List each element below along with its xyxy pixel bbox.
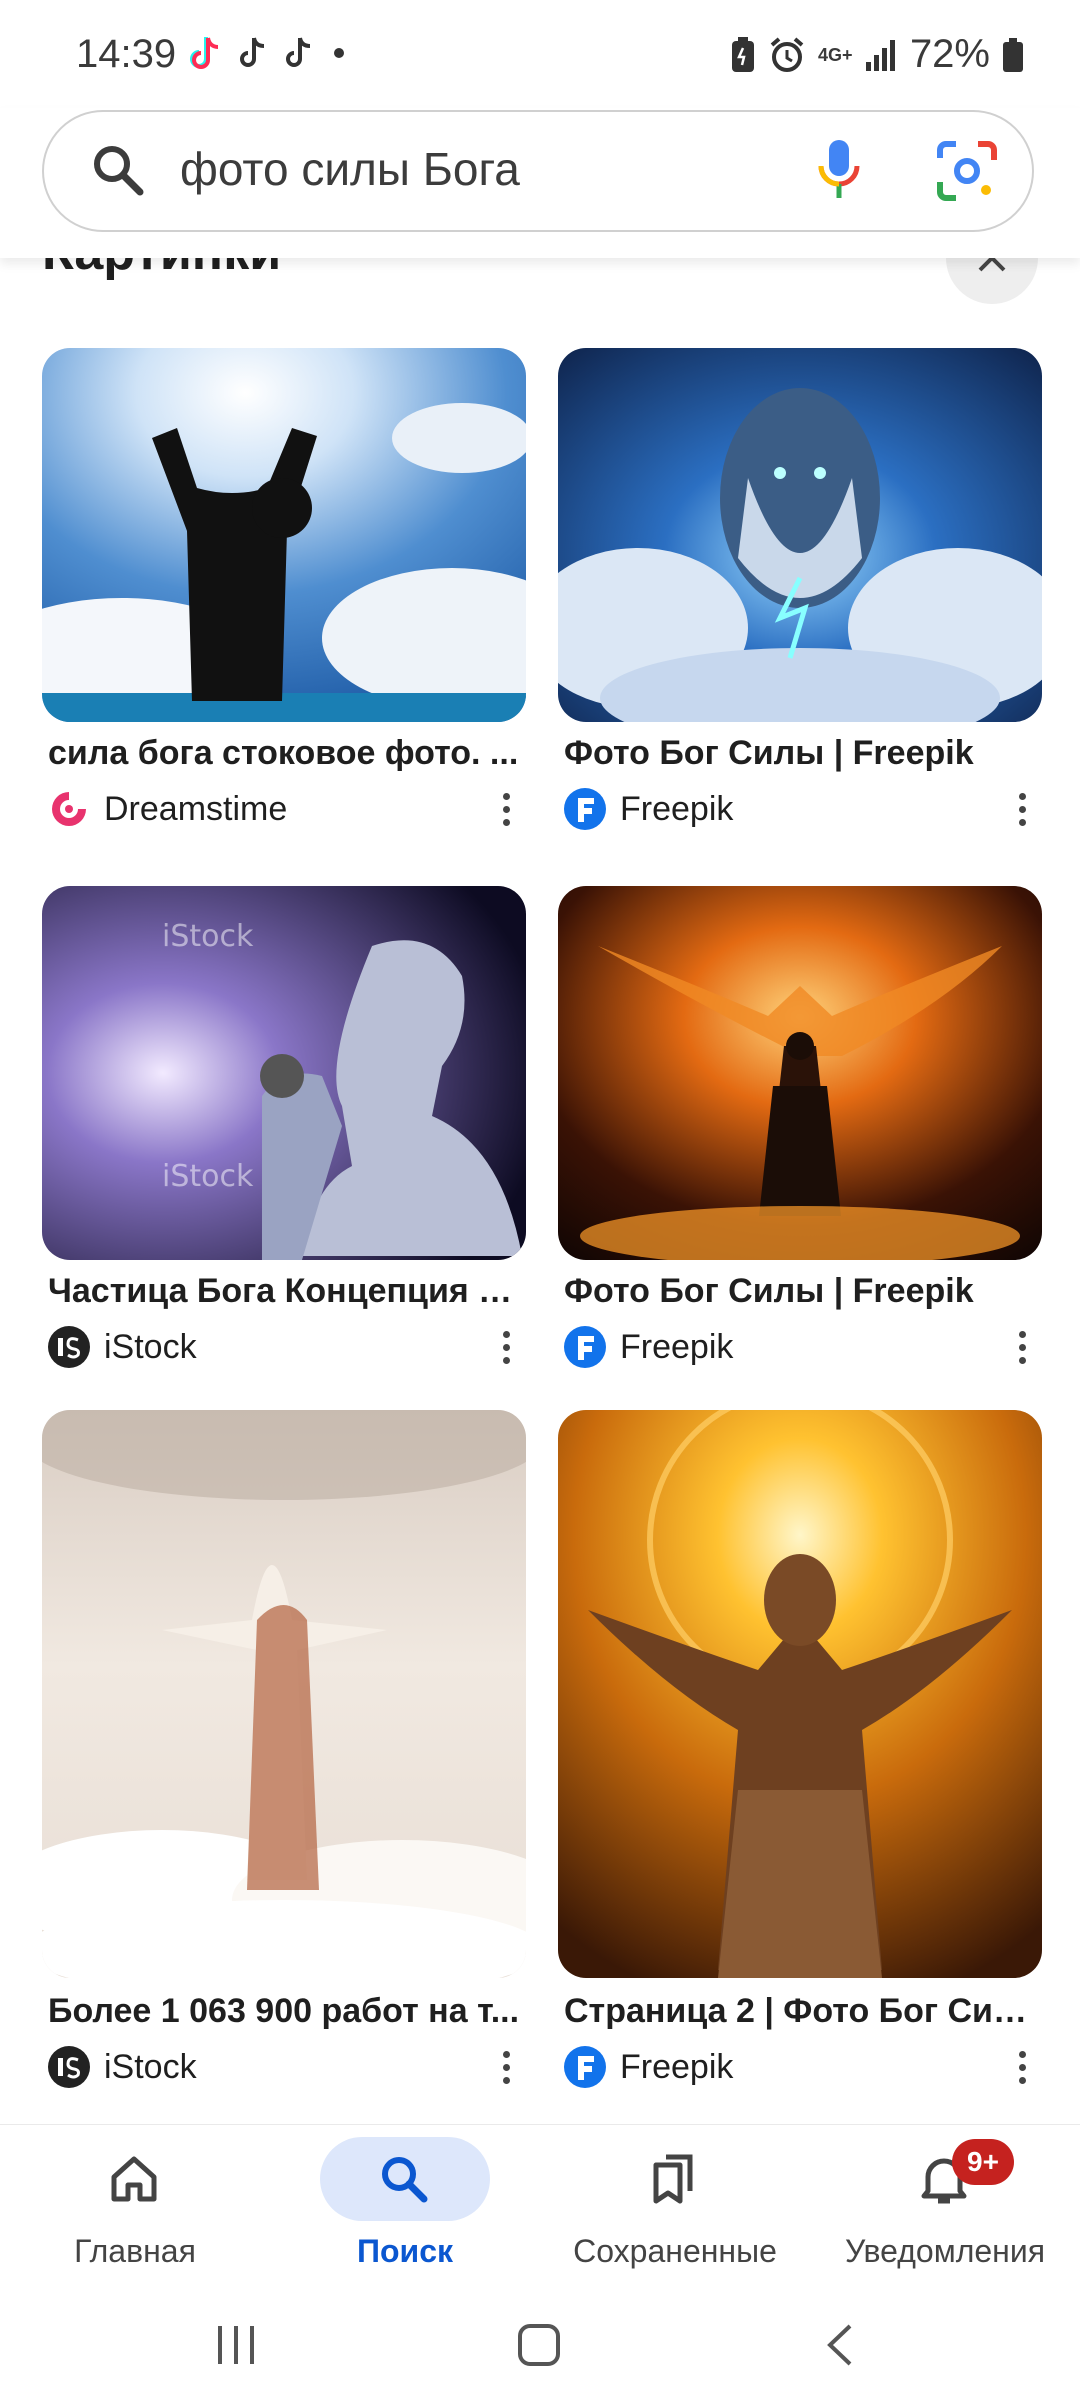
- notifications-badge: 9+: [952, 2139, 1014, 2185]
- more-options-button[interactable]: [486, 1322, 526, 1372]
- more-options-button[interactable]: [486, 784, 526, 834]
- status-bar: 14:39 4G+ 72%: [0, 0, 1080, 110]
- result-thumbnail[interactable]: [558, 886, 1042, 1260]
- nav-label: Главная: [74, 2233, 196, 2269]
- freepik-logo-icon: [564, 1326, 606, 1368]
- svg-text:iStock: iStock: [162, 919, 254, 954]
- search-icon: [382, 2157, 428, 2203]
- result-title[interactable]: Фото Бог Силы | Freepik: [564, 734, 1038, 773]
- nav-label: Уведомления: [844, 2233, 1046, 2269]
- thumbnail-image: [42, 1410, 526, 1978]
- thumbnail-image: [558, 1410, 1042, 1978]
- alarm-icon: [770, 36, 804, 72]
- result-title[interactable]: Фото Бог Силы | Freepik: [564, 1272, 1038, 1311]
- voice-search-icon[interactable]: [814, 136, 864, 206]
- source-name: Freepik: [620, 2047, 734, 2086]
- dreamstime-logo-icon: [48, 788, 90, 830]
- result-title[interactable]: сила бога стоковое фото. ...: [48, 734, 522, 773]
- bottom-navigation: Главная Поиск Сохраненные 9+ Уведомления: [0, 2124, 1080, 2295]
- back-icon[interactable]: [820, 2320, 860, 2370]
- thumbnail-image: [42, 348, 526, 722]
- bookmarks-icon: [653, 2154, 693, 2204]
- result-source[interactable]: Freepik: [564, 1326, 733, 1368]
- result-source[interactable]: iStock: [48, 2046, 197, 2088]
- image-result-card[interactable]: Фото Бог Силы | Freepik Freepik: [558, 348, 1042, 838]
- result-source[interactable]: iStock: [48, 1326, 197, 1368]
- image-result-card[interactable]: сила бога стоковое фото. ... Dreamstime: [42, 348, 526, 838]
- nav-label: Поиск: [356, 2233, 454, 2269]
- system-navigation-bar: [0, 2294, 1080, 2400]
- notification-icons: [186, 34, 344, 72]
- nav-item-search[interactable]: Поиск: [270, 2125, 540, 2295]
- result-thumbnail[interactable]: [558, 348, 1042, 722]
- result-title[interactable]: Более 1 063 900 работ на т...: [48, 1992, 522, 2031]
- svg-text:iStock: iStock: [162, 1159, 254, 1194]
- thumbnail-image: [558, 886, 1042, 1260]
- result-thumbnail[interactable]: [42, 1410, 526, 1978]
- freepik-logo-icon: [564, 788, 606, 830]
- lens-icon[interactable]: [934, 138, 1000, 204]
- result-source[interactable]: Dreamstime: [48, 788, 287, 830]
- status-time: 14:39: [76, 32, 177, 76]
- home-icon: [111, 2156, 157, 2202]
- image-result-card[interactable]: Страница 2 | Фото Бог Сил... Freepik: [558, 1410, 1042, 2090]
- thumbnail-image: iStock iStock: [42, 886, 526, 1260]
- nav-item-saved[interactable]: Сохраненные: [540, 2125, 810, 2295]
- freepik-logo-icon: [564, 2046, 606, 2088]
- source-name: Freepik: [620, 1327, 734, 1366]
- result-thumbnail[interactable]: iStock iStock: [42, 886, 526, 1260]
- istock-logo-icon: [48, 1326, 90, 1368]
- tiktok-icon: [286, 37, 311, 67]
- more-options-button[interactable]: [1002, 784, 1042, 834]
- image-result-card[interactable]: Более 1 063 900 работ на т... iStock: [42, 1410, 526, 2090]
- image-result-card[interactable]: Фото Бог Силы | Freepik Freepik: [558, 886, 1042, 1376]
- result-thumbnail[interactable]: [42, 348, 526, 722]
- result-source[interactable]: Freepik: [564, 788, 733, 830]
- recent-apps-icon[interactable]: [212, 2320, 260, 2370]
- source-name: iStock: [104, 2047, 197, 2086]
- more-options-button[interactable]: [1002, 1322, 1042, 1372]
- more-options-button[interactable]: [1002, 2042, 1042, 2092]
- source-name: iStock: [104, 1327, 197, 1366]
- search-input[interactable]: фото силы Бога: [180, 142, 520, 196]
- nav-label: Сохраненные: [573, 2233, 777, 2269]
- search-bar[interactable]: фото силы Бога: [42, 110, 1034, 232]
- source-name: Dreamstime: [104, 789, 288, 828]
- istock-logo-icon: [48, 2046, 90, 2088]
- more-options-button[interactable]: [486, 2042, 526, 2092]
- home-button-icon[interactable]: [514, 2320, 564, 2370]
- search-header: фото силы Бога: [0, 108, 1080, 258]
- status-indicators: 4G+ 72%: [730, 32, 1024, 77]
- nav-item-home[interactable]: Главная: [0, 2125, 270, 2295]
- search-icon: [94, 146, 144, 196]
- signal-icon: [865, 39, 895, 71]
- battery-icon: [1003, 37, 1023, 72]
- image-result-card[interactable]: iStock iStock Частица Бога Концепция Н..…: [42, 886, 526, 1376]
- more-notifications-dot-icon: [334, 48, 344, 58]
- tiktok-icon: [240, 37, 265, 67]
- result-title[interactable]: Страница 2 | Фото Бог Сил...: [564, 1992, 1038, 2031]
- battery-saver-icon: [731, 36, 754, 72]
- result-source[interactable]: Freepik: [564, 2046, 733, 2088]
- result-title[interactable]: Частица Бога Концепция Н...: [48, 1272, 522, 1311]
- battery-percentage: 72%: [909, 32, 990, 76]
- nav-item-notifications[interactable]: 9+ Уведомления: [810, 2125, 1080, 2295]
- source-name: Freepik: [620, 789, 734, 828]
- tiktok-icon: [190, 37, 219, 69]
- network-type: 4G+: [817, 44, 853, 65]
- thumbnail-image: [558, 348, 1042, 722]
- result-thumbnail[interactable]: [558, 1410, 1042, 1978]
